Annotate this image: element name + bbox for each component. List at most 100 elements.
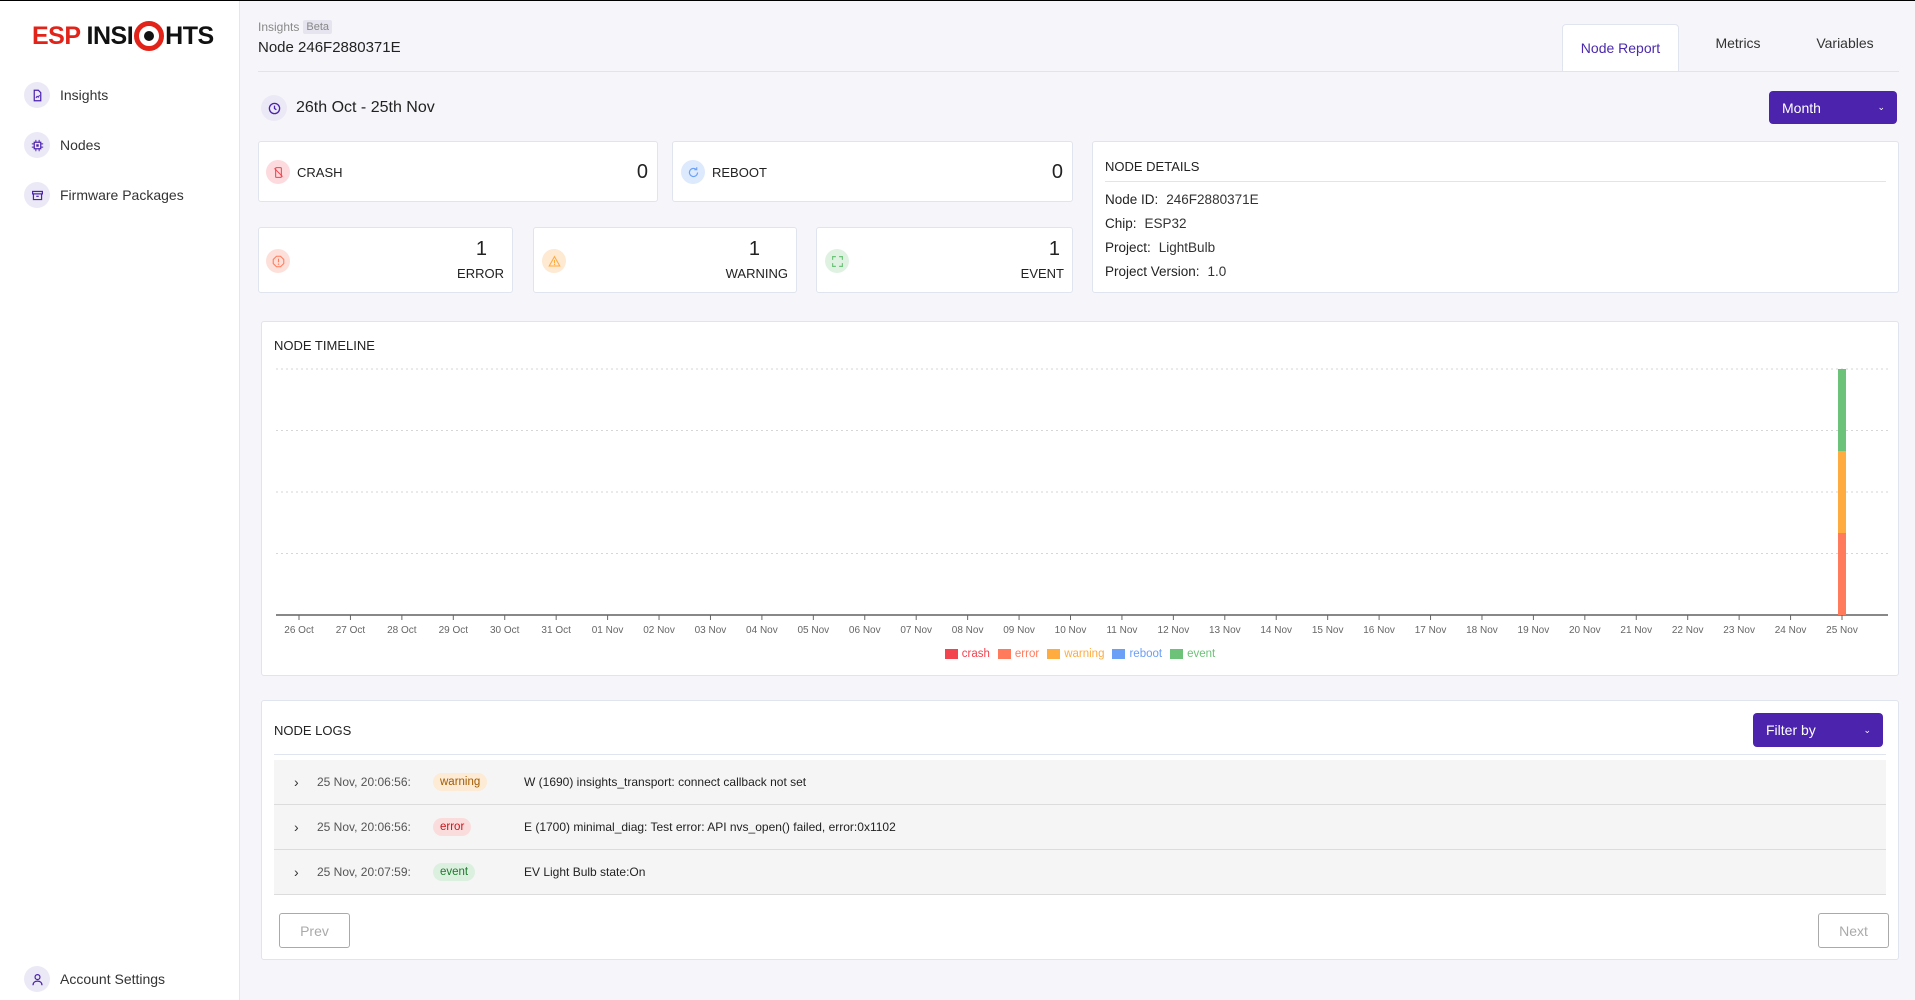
x-tick-label: 24 Nov bbox=[1775, 625, 1807, 636]
detail-row-project: Project: LightBulb bbox=[1105, 240, 1215, 255]
next-page-button[interactable]: Next bbox=[1818, 913, 1889, 948]
x-tick-label: 12 Nov bbox=[1158, 625, 1190, 636]
legend-label: crash bbox=[961, 648, 990, 660]
x-tick-label: 04 Nov bbox=[746, 625, 778, 636]
error-count: 1 bbox=[475, 238, 487, 260]
node-logs-title: NODE LOGS bbox=[274, 723, 352, 738]
x-tick-label: 06 Nov bbox=[849, 625, 881, 636]
logs-divider bbox=[274, 754, 1886, 755]
bar-warning-25-nov[interactable] bbox=[1838, 451, 1846, 533]
tab-bar: Node Report Metrics Variables bbox=[1562, 24, 1893, 71]
prev-page-button[interactable]: Prev bbox=[279, 913, 350, 948]
node-timeline-card: NODE TIMELINE 26 Oct 27 Oct 28 Oct 29 Oct 30… bbox=[261, 321, 1899, 676]
legend-swatch bbox=[1047, 649, 1061, 659]
timeline-chart: 26 Oct 27 Oct 28 Oct 29 Oct 30 Oct 31 Oct 01 N… bbox=[276, 368, 1888, 636]
legend-label: event bbox=[1187, 648, 1216, 660]
x-tick-label: 20 Nov bbox=[1569, 625, 1601, 636]
reboot-label: REBOOT bbox=[712, 165, 767, 180]
period-select[interactable]: Month ⌄ bbox=[1769, 91, 1897, 124]
sidebar-item-insights[interactable]: Insights bbox=[24, 82, 108, 108]
esp-insights-logo[interactable]: ESP INSI HTS bbox=[32, 19, 214, 53]
sidebar-item-label: Firmware Packages bbox=[60, 187, 184, 203]
sidebar-item-label: Insights bbox=[60, 87, 109, 103]
log-level-badge: event bbox=[433, 863, 476, 881]
log-row[interactable]: › 25 Nov, 20:06:56: error E (1700) minimal_… bbox=[274, 805, 1886, 850]
insights-doc-icon bbox=[24, 82, 50, 108]
error-stat-card: 1 ERROR bbox=[258, 227, 513, 293]
x-tick-label: 25 Nov bbox=[1826, 625, 1858, 636]
error-icon bbox=[266, 249, 290, 273]
legend-label: reboot bbox=[1129, 648, 1163, 660]
legend-item-warning[interactable]: warning bbox=[1047, 648, 1104, 660]
log-timestamp: 25 Nov, 20:06:56: bbox=[317, 820, 411, 834]
breadcrumb-insights[interactable]: Insights bbox=[258, 20, 299, 34]
legend-item-event[interactable]: event bbox=[1170, 648, 1215, 660]
x-tick-label: 28 Oct bbox=[387, 625, 417, 636]
x-tick-label: 21 Nov bbox=[1620, 625, 1652, 636]
reboot-count: 0 bbox=[1051, 161, 1063, 183]
chevron-right-icon[interactable]: › bbox=[294, 819, 308, 835]
log-row[interactable]: › 25 Nov, 20:06:56: warning W (1690) insigh… bbox=[274, 760, 1886, 805]
sidebar-item-label: Nodes bbox=[60, 137, 101, 153]
sidebar-item-nodes[interactable]: Nodes bbox=[24, 132, 100, 158]
legend-label: warning bbox=[1064, 648, 1105, 660]
x-tick-label: 23 Nov bbox=[1723, 625, 1755, 636]
filter-by-select[interactable]: Filter by ⌄ bbox=[1753, 713, 1883, 747]
logo-text-hts: HTS bbox=[165, 21, 214, 50]
log-timestamp: 25 Nov, 20:07:59: bbox=[317, 865, 411, 879]
log-level-badge: warning bbox=[433, 773, 488, 791]
chevron-right-icon[interactable]: › bbox=[294, 774, 308, 790]
log-row[interactable]: › 25 Nov, 20:07:59: event EV Light Bulb sta… bbox=[274, 850, 1886, 895]
bar-error-25-nov[interactable] bbox=[1838, 533, 1846, 615]
legend-item-reboot[interactable]: reboot bbox=[1112, 648, 1162, 660]
warning-icon bbox=[542, 249, 566, 273]
x-tick-label: 07 Nov bbox=[900, 625, 932, 636]
node-details-title: NODE DETAILS bbox=[1105, 159, 1200, 174]
legend-swatch bbox=[997, 649, 1011, 659]
x-tick-label: 19 Nov bbox=[1518, 625, 1550, 636]
breadcrumb: Insights Beta bbox=[258, 20, 332, 34]
crash-count: 0 bbox=[636, 161, 648, 183]
sidebar-item-firmware-packages[interactable]: Firmware Packages bbox=[24, 182, 184, 208]
x-tick-label: 16 Nov bbox=[1363, 625, 1395, 636]
sidebar: ESP INSI HTS Insights Nodes Firmware Pac… bbox=[0, 1, 240, 1000]
sidebar-item-label: Account Settings bbox=[60, 971, 166, 987]
detail-label: Project: bbox=[1105, 240, 1151, 255]
node-details-card: NODE DETAILS Node ID: 246F2880371E Chip: E… bbox=[1092, 141, 1899, 293]
logo-eye-icon bbox=[134, 21, 165, 51]
log-timestamp: 25 Nov, 20:06:56: bbox=[317, 775, 411, 789]
x-tick-label: 18 Nov bbox=[1466, 625, 1498, 636]
bar-event-25-nov[interactable] bbox=[1838, 369, 1846, 451]
detail-value: 1.0 bbox=[1207, 264, 1227, 279]
chevron-down-icon: ⌄ bbox=[1877, 102, 1885, 112]
detail-label: Project Version: bbox=[1105, 264, 1200, 279]
chevron-right-icon[interactable]: › bbox=[294, 864, 308, 880]
log-message: E (1700) minimal_diag: Test error: API n… bbox=[524, 820, 896, 834]
x-tick-label: 17 Nov bbox=[1415, 625, 1447, 636]
error-label: ERROR bbox=[457, 266, 504, 281]
legend-item-error[interactable]: error bbox=[997, 648, 1039, 660]
warning-stat-card: 1 WARNING bbox=[533, 227, 797, 293]
beta-badge: Beta bbox=[303, 20, 332, 34]
x-tick-label: 11 Nov bbox=[1106, 625, 1137, 636]
tab-node-report[interactable]: Node Report bbox=[1562, 24, 1679, 71]
date-range-label: 26th Oct - 25th Nov bbox=[296, 99, 435, 116]
x-tick-label: 15 Nov bbox=[1312, 625, 1344, 636]
x-tick-label: 02 Nov bbox=[643, 625, 675, 636]
x-tick-label: 05 Nov bbox=[797, 625, 829, 636]
x-tick-label: 27 Oct bbox=[336, 625, 366, 636]
log-message: W (1690) insights_transport: connect cal… bbox=[524, 775, 807, 789]
x-tick-label: 31 Oct bbox=[541, 625, 571, 636]
warning-label: WARNING bbox=[725, 266, 788, 281]
event-label: EVENT bbox=[1020, 266, 1064, 281]
detail-value: ESP32 bbox=[1144, 216, 1187, 231]
filter-by-label: Filter by bbox=[1766, 722, 1816, 738]
sidebar-item-account-settings[interactable]: Account Settings bbox=[24, 966, 165, 992]
detail-row-project-version: Project Version: 1.0 bbox=[1105, 264, 1226, 279]
tab-variables[interactable]: Variables bbox=[1797, 24, 1893, 71]
crash-stat-card: CRASH 0 bbox=[258, 141, 658, 202]
tab-metrics[interactable]: Metrics bbox=[1679, 24, 1797, 71]
legend-item-crash[interactable]: crash bbox=[944, 648, 990, 660]
page-title: Node 246F2880371E bbox=[258, 39, 401, 56]
chip-icon bbox=[24, 132, 50, 158]
